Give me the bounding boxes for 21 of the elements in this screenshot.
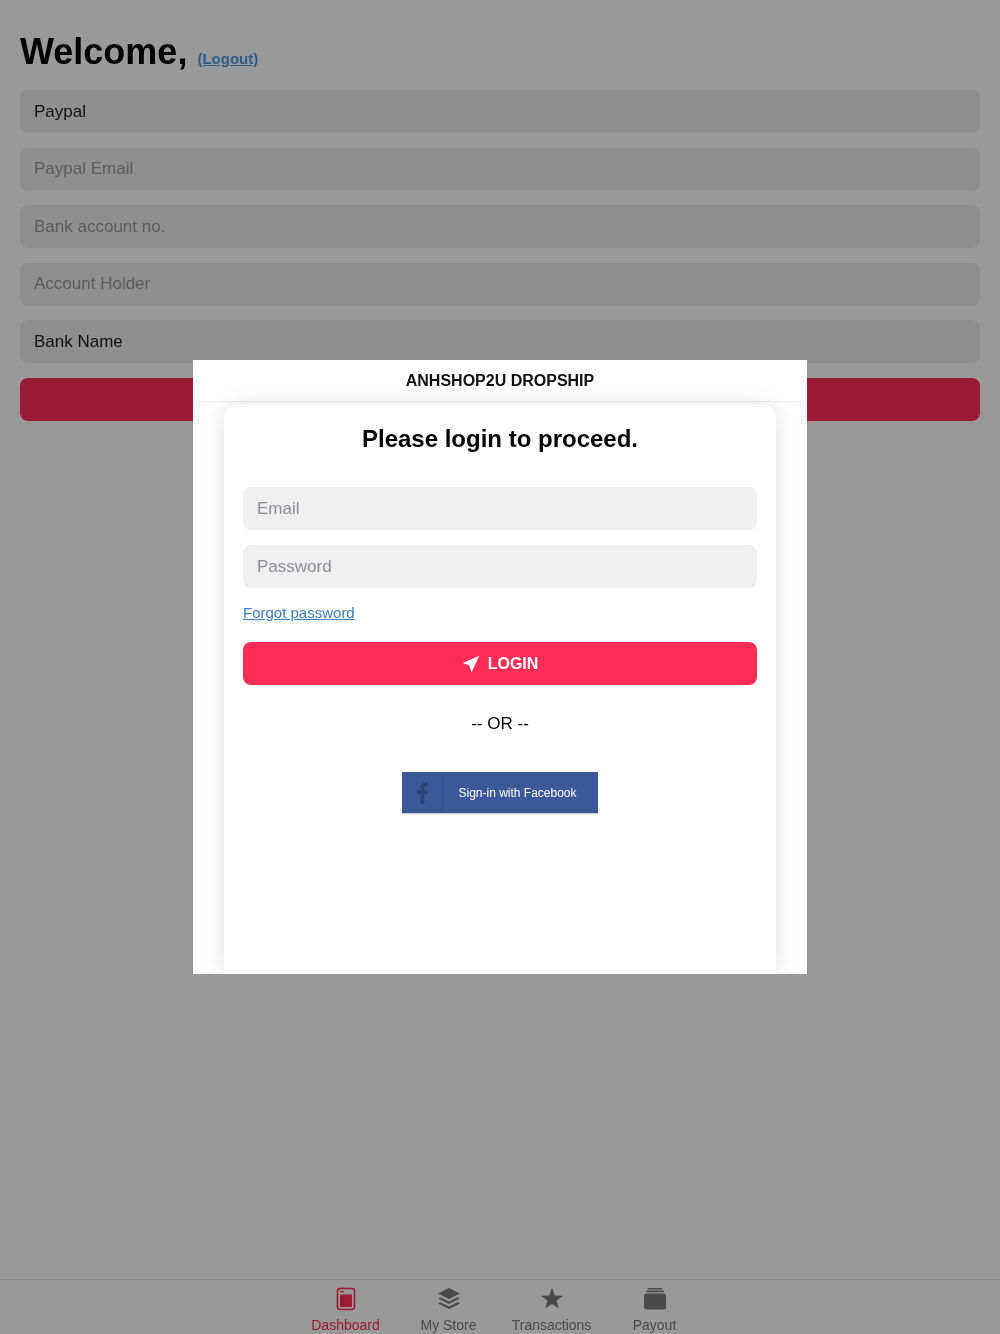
- forgot-password-link[interactable]: Forgot password: [243, 604, 355, 622]
- login-button[interactable]: LOGIN: [243, 642, 757, 685]
- select-field[interactable]: Paypal: [20, 90, 980, 133]
- paper-plane-icon: [461, 654, 480, 673]
- dialog-title: ANHSHOP2U DROPSHIP: [405, 370, 595, 391]
- tab-bar-item[interactable]: Dashboard: [294, 1280, 397, 1334]
- or-separator: -- OR --: [470, 714, 530, 734]
- f-logo-icon: [416, 781, 428, 804]
- login-heading: Please login to proceed.: [360, 424, 640, 454]
- email-field[interactable]: Email: [243, 487, 757, 530]
- select-field[interactable]: Bank Name: [20, 320, 980, 363]
- layers-icon: [436, 1287, 461, 1311]
- star-icon: [539, 1287, 564, 1311]
- welcome-heading: Welcome,: [20, 30, 188, 74]
- logout-link[interactable]: (Logout): [197, 48, 259, 71]
- card-stack-icon: [642, 1287, 667, 1311]
- tab-bar-item[interactable]: Payout: [603, 1280, 706, 1334]
- password-field[interactable]: Password: [243, 545, 757, 588]
- facebook-signin-button[interactable]: Sign-in with Facebook: [402, 772, 598, 813]
- tab-bar-item[interactable]: Transactions: [500, 1280, 603, 1334]
- tab-bar-item[interactable]: My Store: [397, 1280, 500, 1334]
